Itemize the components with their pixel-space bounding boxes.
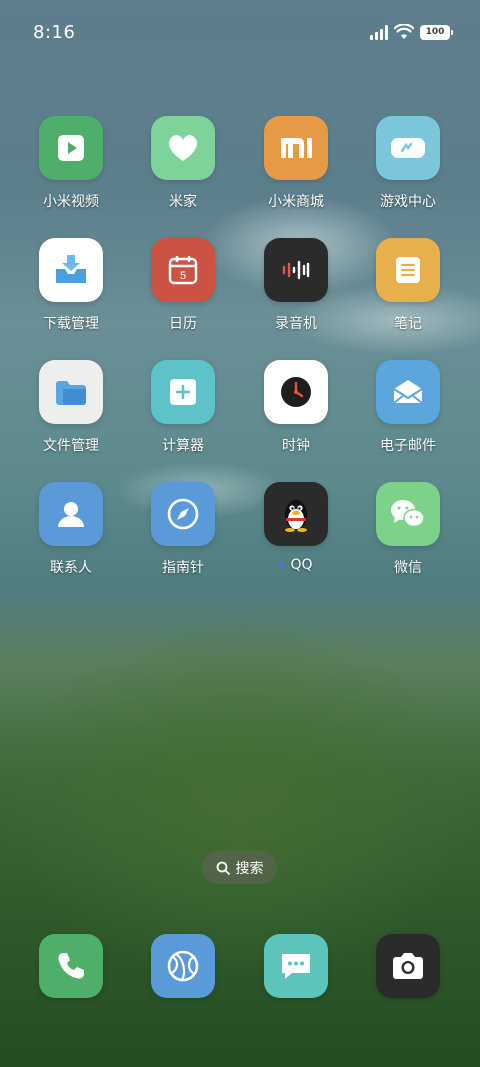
globe-icon [151, 934, 215, 998]
app-label: 游戏中心 [380, 194, 436, 210]
dock-messages[interactable] [241, 934, 351, 998]
phone-icon [39, 934, 103, 998]
battery-level: 100 [421, 25, 449, 39]
envelope-icon [376, 360, 440, 424]
play-icon [39, 116, 103, 180]
app-label: 日历 [169, 316, 197, 332]
app-label: 指南针 [162, 560, 204, 576]
compass-icon [151, 482, 215, 546]
app-file-manager[interactable]: 文件管理 [16, 360, 126, 455]
status-bar: 8:16 100 [0, 0, 480, 62]
folder-icon [39, 360, 103, 424]
clock-time: 8:16 [33, 22, 76, 43]
app-label: 笔记 [394, 316, 422, 332]
app-contacts[interactable]: 联系人 [16, 482, 126, 577]
app-email[interactable]: 电子邮件 [353, 360, 463, 455]
download-tray-icon [39, 238, 103, 302]
app-label: 小米商城 [268, 194, 324, 210]
app-label: 时钟 [282, 438, 310, 454]
dock-browser[interactable] [128, 934, 238, 998]
app-label: QQ [241, 557, 351, 573]
app-label: 微信 [394, 560, 422, 576]
mi-logo-icon [264, 116, 328, 180]
app-clock[interactable]: 时钟 [241, 360, 351, 455]
app-game-center[interactable]: 游戏中心 [353, 116, 463, 211]
message-icon [264, 934, 328, 998]
note-icon [376, 238, 440, 302]
person-icon [39, 482, 103, 546]
app-label: 录音机 [275, 316, 317, 332]
app-download-manager[interactable]: 下载管理 [16, 238, 126, 333]
app-label: 小米视频 [43, 194, 99, 210]
waveform-icon [264, 238, 328, 302]
app-calculator[interactable]: 计算器 [128, 360, 238, 455]
app-label: 电子邮件 [380, 438, 436, 454]
app-recorder[interactable]: 录音机 [241, 238, 351, 333]
app-compass[interactable]: 指南针 [128, 482, 238, 577]
app-qq[interactable]: QQ [241, 482, 351, 573]
search-icon [216, 861, 230, 875]
calendar-date: 5 [180, 270, 186, 282]
app-label: 文件管理 [43, 438, 99, 454]
app-notes[interactable]: 笔记 [353, 238, 463, 333]
app-label: 下载管理 [43, 316, 99, 332]
app-calendar[interactable]: 5 日历 [128, 238, 238, 333]
camera-icon [376, 934, 440, 998]
app-mi-video[interactable]: 小米视频 [16, 116, 126, 211]
dock-phone[interactable] [16, 934, 126, 998]
status-icons: 100 [370, 24, 453, 40]
app-label: 米家 [169, 194, 197, 210]
search-label: 搜索 [235, 860, 264, 877]
heart-icon [151, 116, 215, 180]
app-label: 联系人 [50, 560, 92, 576]
signal-icon [370, 24, 388, 40]
app-wechat[interactable]: 微信 [353, 482, 463, 577]
app-label: 计算器 [162, 438, 204, 454]
new-badge-dot [279, 562, 285, 568]
search-button[interactable]: 搜索 [202, 851, 277, 884]
vr-headset-icon [376, 116, 440, 180]
app-mijia[interactable]: 米家 [128, 116, 238, 211]
dock-camera[interactable] [353, 934, 463, 998]
app-label-text: QQ [290, 557, 313, 573]
wechat-icon [376, 482, 440, 546]
plus-icon [151, 360, 215, 424]
wifi-icon [394, 24, 414, 39]
qq-penguin-icon [264, 482, 328, 546]
app-mi-store[interactable]: 小米商城 [241, 116, 351, 211]
clock-icon [264, 360, 328, 424]
battery-icon: 100 [420, 24, 453, 40]
calendar-icon: 5 [151, 238, 215, 302]
